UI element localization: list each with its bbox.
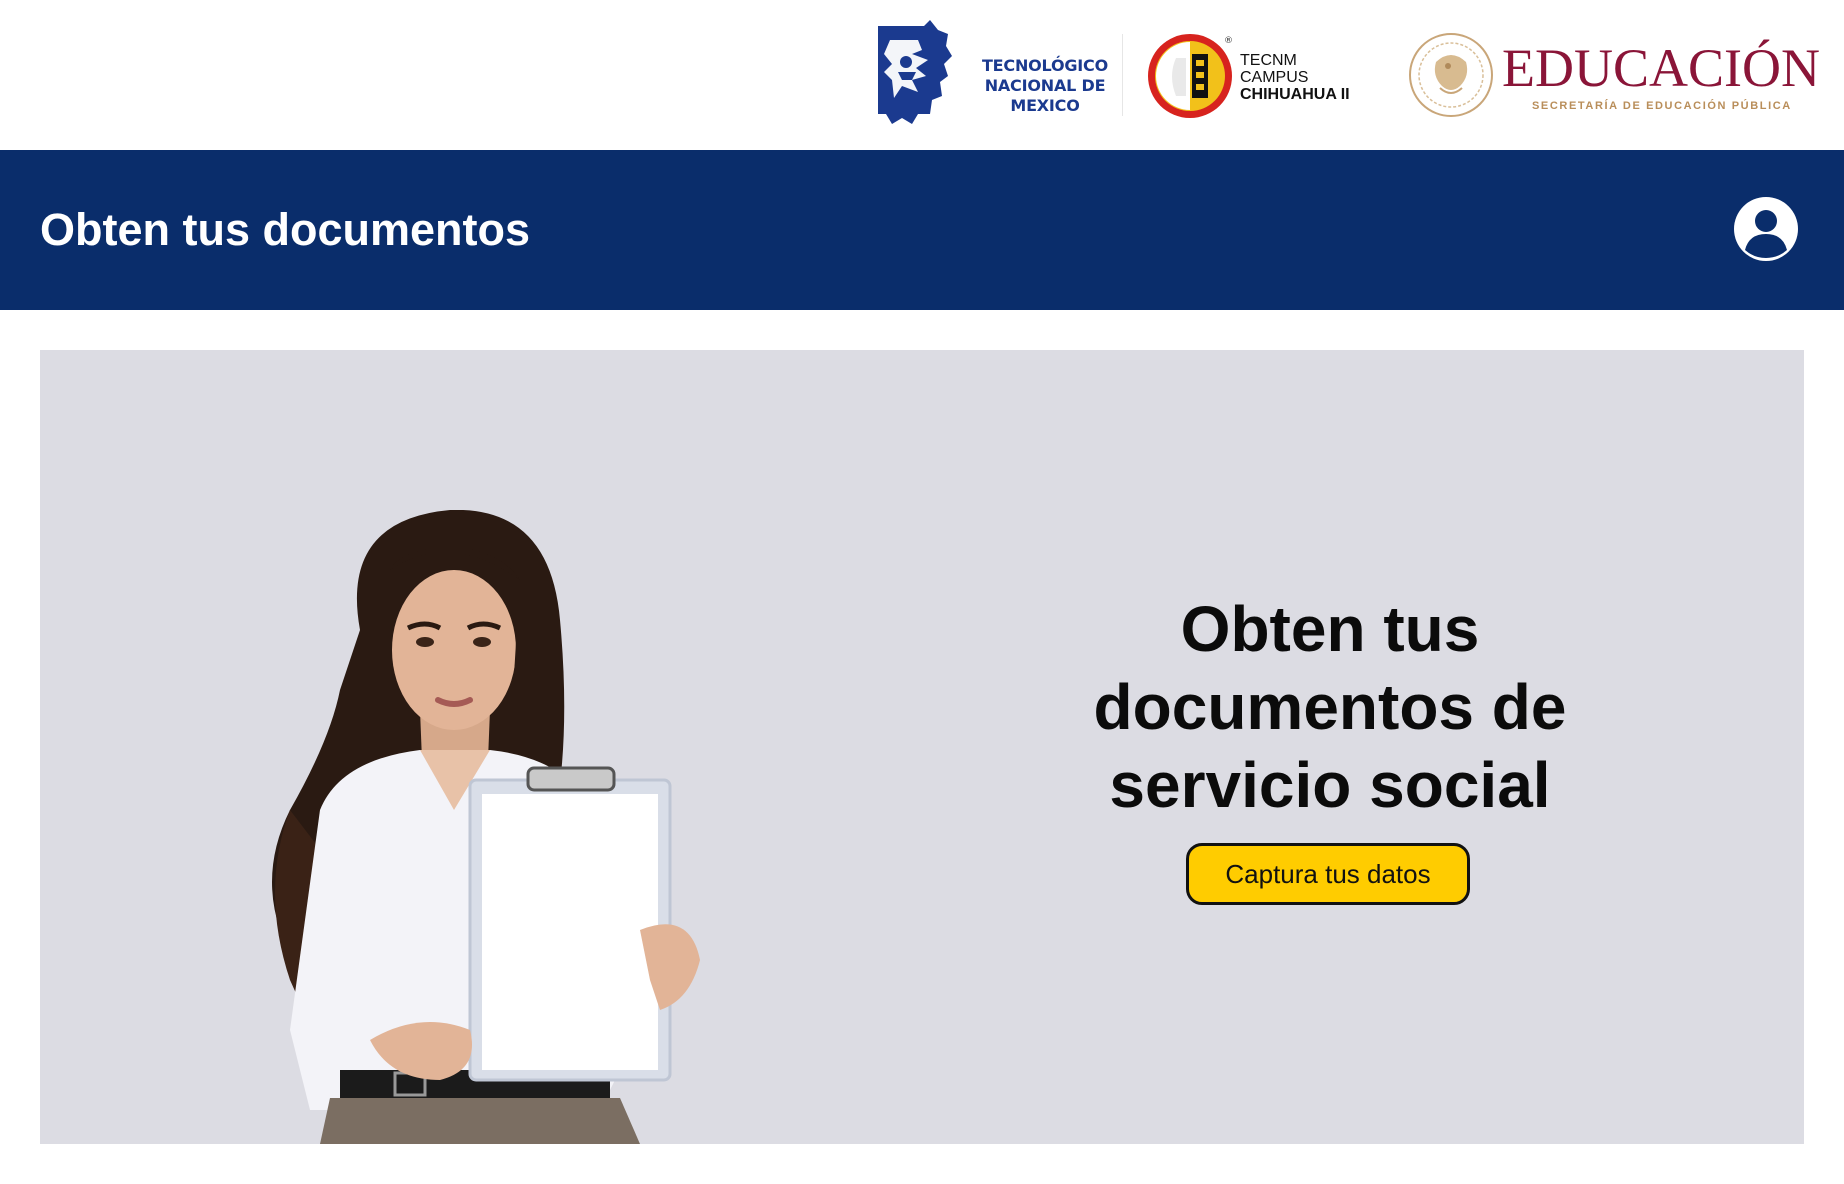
capture-data-button[interactable]: Captura tus datos — [1186, 843, 1470, 905]
student-with-clipboard-illustration — [272, 510, 700, 1144]
sep-educacion-logo[interactable]: EDUCACIÓN SECRETARÍA DE EDUCACIÓN PÚBLIC… — [1408, 26, 1820, 122]
campus-seal-icon — [1148, 34, 1232, 118]
hero-headline: Obten tus documentos de servicio social — [1093, 593, 1567, 821]
page-title: Obten tus documentos — [40, 204, 531, 255]
campus-logo-text: TECNM CAMPUS CHIHUAHUA II — [1240, 52, 1350, 103]
account-circle-icon — [1734, 197, 1798, 261]
hero-banner: Obten tus documentos de servicio social … — [40, 350, 1804, 1144]
educacion-wordmark: EDUCACIÓN — [1502, 38, 1820, 98]
campus-chihuahua-logo[interactable]: ® TECNM CAMPUS CHIHUAHUA II — [1146, 30, 1376, 122]
logo-bar: TECNOLÓGICO NACIONAL DE MEXICO ® TECNM C… — [0, 0, 1844, 150]
sep-subtitle: SECRETARÍA DE EDUCACIÓN PÚBLICA — [1532, 100, 1792, 112]
user-account-button[interactable] — [1733, 196, 1799, 262]
tecnm-logo-text: TECNOLÓGICO NACIONAL DE MEXICO — [981, 56, 1109, 115]
mexican-coat-of-arms-icon — [1409, 33, 1493, 117]
tecnm-logo[interactable]: TECNOLÓGICO NACIONAL DE MEXICO — [872, 18, 1127, 130]
navbar: Obten tus documentos — [0, 150, 1844, 310]
tecnm-gear-icon — [878, 20, 952, 124]
registered-mark: ® — [1224, 36, 1233, 46]
logo-divider — [1122, 34, 1123, 116]
